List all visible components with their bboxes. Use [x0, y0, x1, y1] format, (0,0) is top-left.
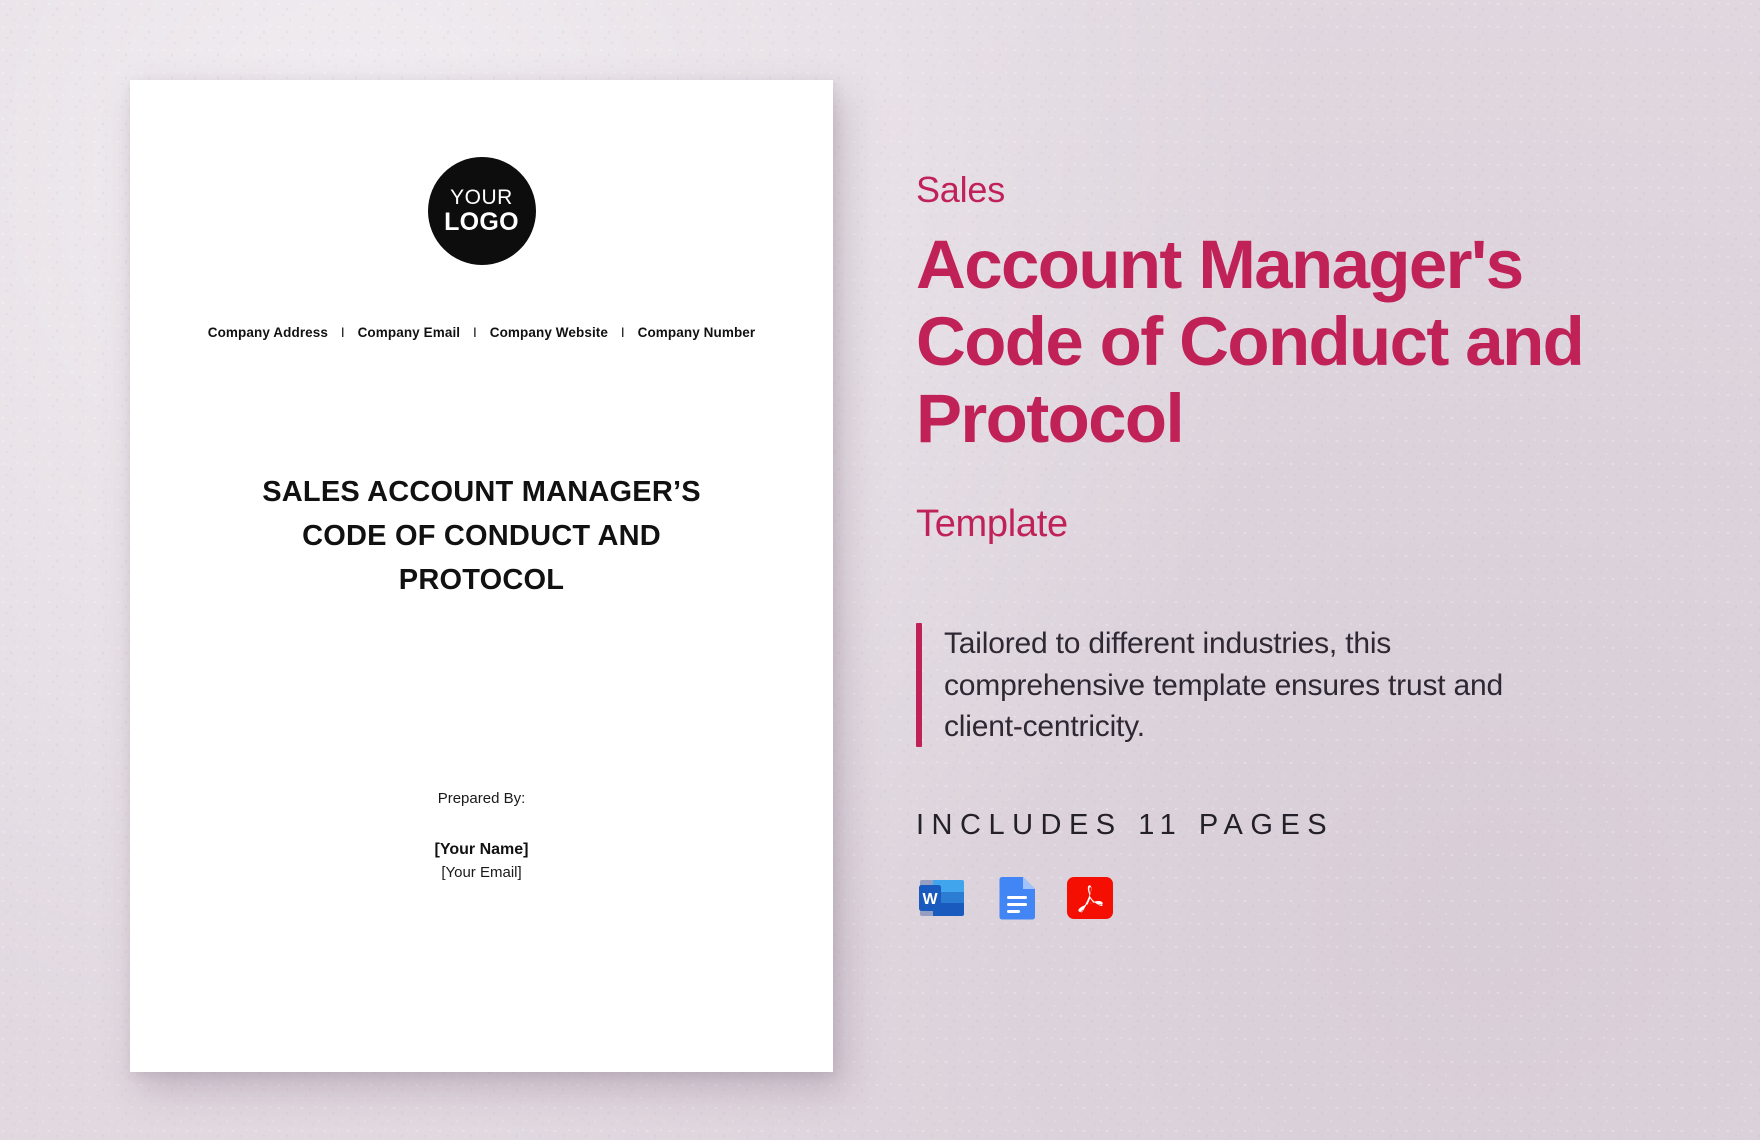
microsoft-word-icon[interactable]: W: [916, 872, 968, 924]
description-text: Tailored to different industries, this c…: [944, 627, 1503, 743]
prepared-by-label: Prepared By:: [437, 790, 526, 807]
page-count-label: INCLUDES 11 PAGES: [916, 808, 1335, 841]
logo-line-1: YOUR: [450, 185, 513, 209]
company-logo-placeholder: YOUR LOGO: [427, 157, 536, 265]
company-website-text: Company Website: [489, 325, 609, 340]
description-block: Tailored to different industries, this c…: [916, 623, 1686, 747]
adobe-pdf-icon[interactable]: [1064, 872, 1116, 924]
document-page-preview[interactable]: YOUR LOGO Company Address I Company Emai…: [130, 80, 833, 1072]
svg-text:W: W: [922, 891, 938, 908]
google-docs-icon[interactable]: [990, 872, 1042, 924]
separator-icon-1: I: [340, 325, 345, 340]
separator-icon-2: I: [473, 325, 477, 340]
page-title: Account Manager's Code of Conduct and Pr…: [916, 225, 1585, 458]
file-format-icon-row: W: [916, 872, 1686, 924]
prepared-by-block: Prepared By: [Your Name] [Your Email]: [130, 790, 833, 881]
prepared-by-name: [Your Name]: [434, 841, 529, 858]
company-address-text: Company Address: [207, 325, 328, 340]
prepared-by-email: [Your Email]: [441, 864, 522, 881]
company-email-text: Company Email: [357, 325, 461, 340]
separator-icon-3: I: [620, 325, 625, 340]
company-number-text: Company Number: [637, 325, 756, 340]
document-title: SALES ACCOUNT MANAGER’S CODE OF CONDUCT …: [262, 476, 701, 597]
page-subtitle: Template: [916, 502, 1068, 545]
company-contact-line: Company Address I Company Email I Compan…: [208, 325, 756, 340]
category-eyebrow: Sales: [916, 169, 1006, 210]
template-info-panel: Sales Account Manager's Code of Conduct …: [916, 170, 1686, 924]
logo-line-2: LOGO: [444, 207, 519, 236]
